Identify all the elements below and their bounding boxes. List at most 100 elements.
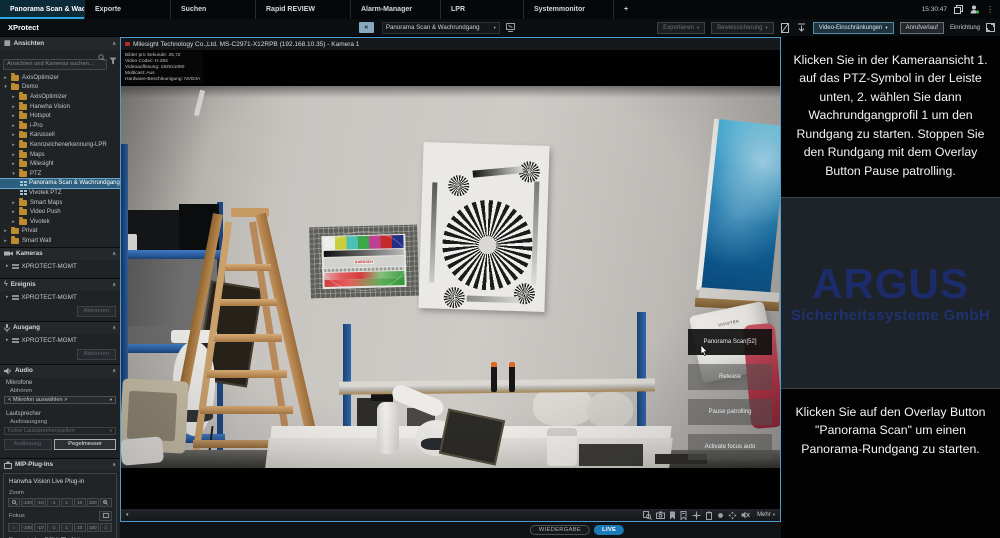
zoom-in-icon[interactable] [100,498,112,507]
overlay-button-panorama-scan[interactable]: Panorama Scan[52] [688,329,772,355]
focus-far-icon[interactable]: △ [100,523,112,532]
focus-step-button[interactable]: -1 [47,523,59,532]
view-selector-dropdown[interactable]: Panorama Scan & Wachrundgang ▾ [382,22,500,34]
privacy-mask-icon[interactable] [780,23,790,33]
focus-step-button[interactable]: 100 [87,523,99,532]
focus-step-button[interactable]: -100 [21,523,33,532]
tree-item-karussell[interactable]: ▸Karussell [0,131,120,141]
tree-item-smart-maps[interactable]: ▸Smart Maps [0,198,120,208]
osd-hardware: Hardware-Beschleunigung: NVIDIA [125,77,200,82]
tab-exporte[interactable]: Exporte [85,0,171,19]
chevron-down-icon: ▾ [697,25,699,31]
digital-zoom-icon[interactable] [643,511,652,520]
evidence-lock-button[interactable]: Beweissicherung▾ [711,22,774,34]
zoom-step-button[interactable]: -10 [34,498,46,507]
tab-panorama-scan[interactable]: Panorama Scan & Wac... [0,0,85,19]
microphone-select[interactable]: < Mikrofon auswählen > ▾ [4,396,116,404]
fullscreen-icon[interactable] [986,23,995,32]
event-server-row[interactable]: ▸ XPROTECT-MGMT [0,291,120,304]
tab-lpr[interactable]: LPR [441,0,524,19]
focus-step-button[interactable]: 1 [61,523,73,532]
speakers-label: Lautsprecher [6,411,120,417]
expand-icon: ▸ [6,263,9,269]
live-mode-button[interactable]: LIVE [594,525,624,535]
move-icon[interactable] [728,511,737,520]
bookmark-detail-icon[interactable] [680,511,688,520]
audio-mute-icon[interactable] [741,511,750,519]
add-tab-button[interactable]: + [614,0,644,19]
tree-item-smart-wall[interactable]: ▸Smart Wall [0,236,120,246]
camera-video-area[interactable]: BUROSCH VIVOTEK [121,50,780,508]
kebab-menu-icon[interactable]: ⋮ [986,6,994,14]
views-section-header[interactable]: ▦ Ansichten ∧ [0,37,120,50]
server-label: XPROTECT-MGMT [22,337,77,344]
user-status-icon[interactable] [970,5,979,14]
tree-item-i-pro[interactable]: ▸i-Pro [0,121,120,131]
tree-item-vivotek[interactable]: ▸Vivotek [0,217,120,227]
tree-item-axisoptimizer[interactable]: ▸AxisOptimizer [0,73,120,83]
view-setup-icon[interactable] [506,23,516,32]
folder-open-icon [19,171,27,177]
tree-item-privat[interactable]: ▸Privat [0,227,120,237]
event-activate-button[interactable]: Aktivieren [77,306,116,317]
cameras-server-row[interactable]: ▸ XPROTECT-MGMT [0,260,120,278]
ptz-icon[interactable] [692,511,701,520]
record-indicator-icon[interactable] [717,512,724,519]
more-button[interactable]: Mehr▾ [757,512,775,518]
tree-item-maps[interactable]: ▸Maps [0,150,120,160]
tree-item-demo[interactable]: ▾Demo [0,83,120,93]
tab-systemmonitor[interactable]: Systemmonitor [524,0,614,19]
copy-icon[interactable] [954,5,963,14]
speaker-select[interactable]: Keine Lautsprecherquellen ▾ [4,427,116,435]
lightning-icon: ϟ [4,281,8,288]
search-input[interactable] [3,59,107,70]
setup-button[interactable]: Einrichtung [950,25,980,31]
clipboard-icon[interactable] [705,511,713,520]
zoom-step-button[interactable]: 10 [74,498,86,507]
zoom-out-icon[interactable] [8,498,20,507]
output-server-row[interactable]: ▸ XPROTECT-MGMT [0,334,120,347]
tree-item-video-push[interactable]: ▸Video Push [0,207,120,217]
audio-output-button[interactable]: Audioausg. [4,439,52,450]
tree-item-hanwha-vision[interactable]: ▸Hanwha Vision [0,102,120,112]
tree-item-axisoptimizer-2[interactable]: ▸AxisOptimizer [0,92,120,102]
autofocus-button[interactable] [99,511,112,521]
snapshot-icon[interactable] [656,511,665,519]
focus-step-button[interactable]: -10 [34,523,46,532]
overlay-button-pause-patrolling[interactable]: Pause patrolling [688,399,772,425]
tree-item-kennzeichenerkennung[interactable]: ▸Kennzeichenerkennung-LPR [0,140,120,150]
filter-icon[interactable] [109,57,117,65]
call-history-button[interactable]: Anrufverlauf [900,22,944,34]
collapse-sidebar-button[interactable]: « [359,22,374,33]
zoom-step-button[interactable]: 100 [87,498,99,507]
tab-rapid-review[interactable]: Rapid REVIEW [256,0,351,19]
tree-item-panorama-scan-selected[interactable]: Panorama Scan & Wachrundgang [0,179,120,189]
scroll-down-icon[interactable]: ▾ [126,512,129,518]
zoom-step-button[interactable]: -1 [47,498,59,507]
cameras-section-header[interactable]: Kameras ∧ [0,247,120,260]
export-button[interactable]: Exportieren▾ [657,22,705,34]
screen-cast-icon[interactable] [796,23,807,32]
overlay-button-activate-focus[interactable]: Activate focus auto [688,434,772,460]
tree-item-vivotek-ptz[interactable]: Vivotek PTZ [0,188,120,198]
playback-mode-button[interactable]: WIEDERGABE [530,525,590,535]
tab-suchen[interactable]: Suchen [171,0,256,19]
tree-item-hotspot[interactable]: ▸Hotspot [0,111,120,121]
zoom-step-button[interactable]: -100 [21,498,33,507]
tab-alarm-manager[interactable]: Alarm-Manager [351,0,441,19]
zoom-step-button[interactable]: 1 [61,498,73,507]
camera-tile[interactable]: Milesight Technology Co.,Ltd. MS-C2971-X… [120,37,781,522]
event-section-header[interactable]: ϟ Ereignis ∧ [0,278,120,291]
bookmark-icon[interactable] [669,511,676,520]
overlay-button-release[interactable]: Release [688,364,772,390]
audio-section-header[interactable]: Audio ∧ [0,364,120,377]
tree-item-milesight[interactable]: ▸Milesight [0,159,120,169]
mip-plugins-section-header[interactable]: MIP-Plug-Ins ∧ [0,458,120,471]
level-meter-button[interactable]: Pegelmesser [54,439,116,450]
output-activate-button[interactable]: Aktivieren [77,349,116,360]
output-section-header[interactable]: Ausgang ∧ [0,321,120,334]
video-restrictions-button[interactable]: Video-Einschränkungen▾ [813,22,894,34]
focus-near-icon[interactable]: ○ [8,523,20,532]
focus-step-button[interactable]: 10 [74,523,86,532]
tree-item-ptz[interactable]: ▾PTZ [0,169,120,179]
